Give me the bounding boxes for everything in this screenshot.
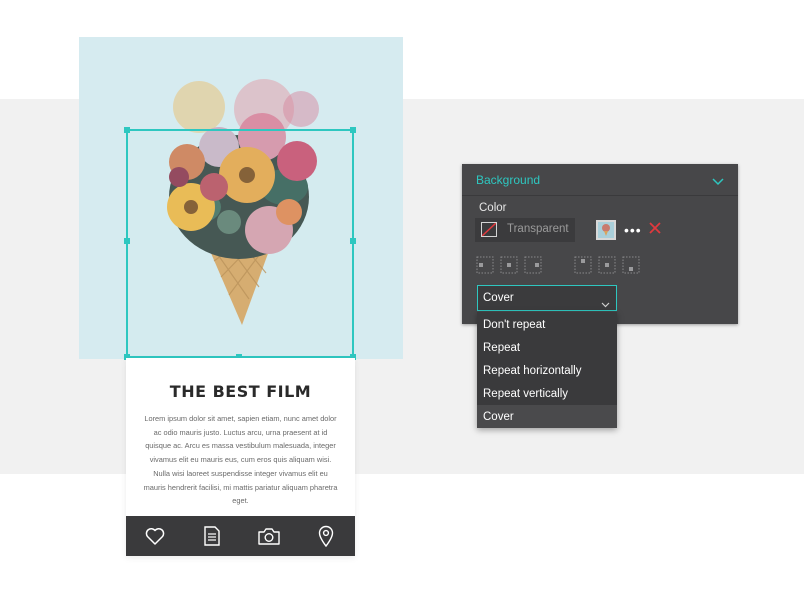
resize-handle-left[interactable] [124, 238, 130, 244]
color-label: Color [479, 202, 507, 214]
card-body-text: Lorem ipsum dolor sit amet, sapien etiam… [143, 414, 338, 506]
document-icon[interactable] [201, 525, 223, 547]
more-options-icon[interactable]: ••• [624, 222, 642, 238]
option-repeat[interactable]: Repeat [477, 336, 617, 359]
chevron-down-icon[interactable] [712, 173, 724, 191]
chevron-down-icon [601, 295, 610, 313]
panel-header[interactable]: Background [462, 164, 738, 196]
align-bottom-icon[interactable] [622, 256, 640, 274]
align-middle-icon[interactable] [598, 256, 616, 274]
heart-icon[interactable] [144, 525, 166, 547]
option-repeat-vertically[interactable]: Repeat vertically [477, 382, 617, 405]
option-repeat-horizontally[interactable]: Repeat horizontally [477, 359, 617, 382]
resize-handle-top-right[interactable] [350, 127, 356, 133]
option-dont-repeat[interactable]: Don't repeat [477, 313, 617, 336]
panel-title: Background [476, 173, 541, 187]
color-picker-field[interactable]: Transparent [475, 218, 575, 242]
align-left-icon[interactable] [476, 256, 494, 274]
option-cover[interactable]: Cover [477, 405, 617, 428]
card-title: THE BEST FILM [169, 382, 312, 401]
background-image-thumbnail[interactable] [596, 220, 616, 240]
position-alignment-group [476, 256, 640, 274]
location-pin-icon[interactable] [315, 525, 337, 547]
resize-handle-top-left[interactable] [124, 127, 130, 133]
phone-card: THE BEST FILM Lorem ipsum dolor sit amet… [126, 358, 355, 556]
image-selection-frame[interactable] [124, 127, 356, 360]
background-panel: Background Color Transparent ••• Cover [462, 164, 738, 324]
transparent-swatch-icon [481, 222, 497, 237]
background-fit-value: Cover [483, 292, 514, 304]
background-fit-select[interactable]: Cover [477, 285, 617, 311]
resize-handle-right[interactable] [350, 238, 356, 244]
camera-icon[interactable] [258, 525, 280, 547]
align-right-icon[interactable] [524, 256, 542, 274]
align-center-icon[interactable] [500, 256, 518, 274]
align-top-icon[interactable] [574, 256, 592, 274]
background-fit-dropdown: Don't repeat Repeat Repeat horizontally … [477, 312, 617, 428]
color-value: Transparent [507, 223, 569, 235]
remove-image-icon[interactable] [649, 221, 661, 239]
bottom-tab-bar [126, 516, 355, 556]
